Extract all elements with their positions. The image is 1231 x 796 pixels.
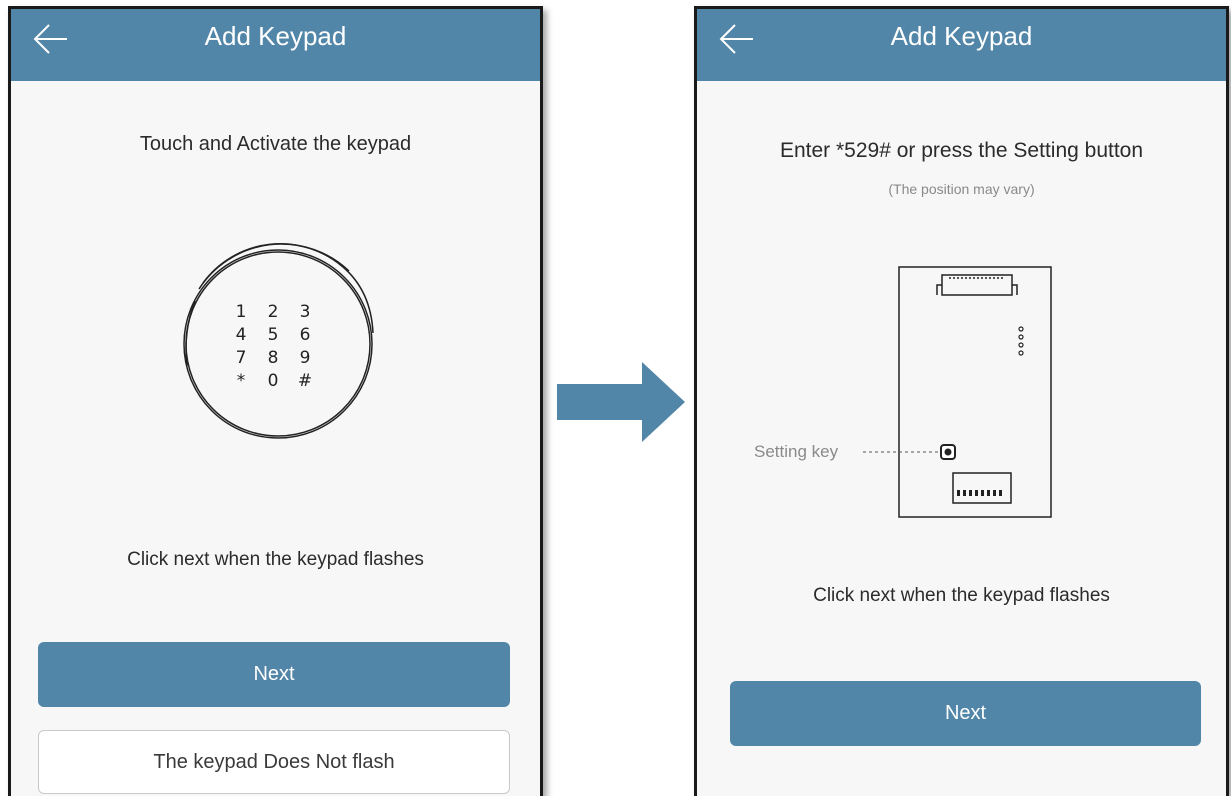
instruction-text: Enter *529# or press the Setting button [779,139,1144,162]
keypad-board-illustration [863,266,1052,518]
right-screen: Add Keypad Enter *529# or press the Sett… [694,6,1229,796]
keypad-key: # [298,371,312,391]
setting-key-label: Setting key [754,442,839,461]
app-header: Add Keypad [697,9,1226,81]
keypad-key: 3 [300,302,311,322]
back-button[interactable] [713,21,763,65]
keypad-not-flash-button[interactable]: The keypad Does Not flash [38,730,510,794]
keypad-key: 1 [236,302,247,322]
keypad-key: 8 [268,348,279,368]
keypad-key: 4 [236,325,247,345]
keypad-key: 2 [268,302,279,322]
back-button[interactable] [27,21,77,65]
keypad-key: 9 [300,348,311,368]
arrow-left-icon [719,24,753,54]
hint-text: Click next when the keypad flashes [127,549,424,570]
keypad-key: 7 [236,348,247,368]
next-button[interactable]: Next [38,642,510,707]
page-title: Add Keypad [890,21,1033,51]
keypad-illustration: 1 2 3 4 5 6 7 8 9 * 0 # [183,243,374,439]
instruction-text: Touch and Activate the keypad [139,133,412,155]
arrow-right-icon [557,362,685,442]
keypad-key: 0 [268,371,279,391]
position-note: (The position may vary) [888,181,1035,197]
keypad-key: 5 [268,325,279,345]
next-button[interactable]: Next [730,681,1201,746]
page-title: Add Keypad [204,21,347,51]
arrow-left-icon [33,24,67,54]
hint-text: Click next when the keypad flashes [813,585,1110,606]
keypad-key: 6 [300,325,311,345]
keypad-key: * [237,371,246,391]
left-screen: Add Keypad Touch and Activate the keypad… [8,6,543,796]
app-header: Add Keypad [11,9,540,81]
